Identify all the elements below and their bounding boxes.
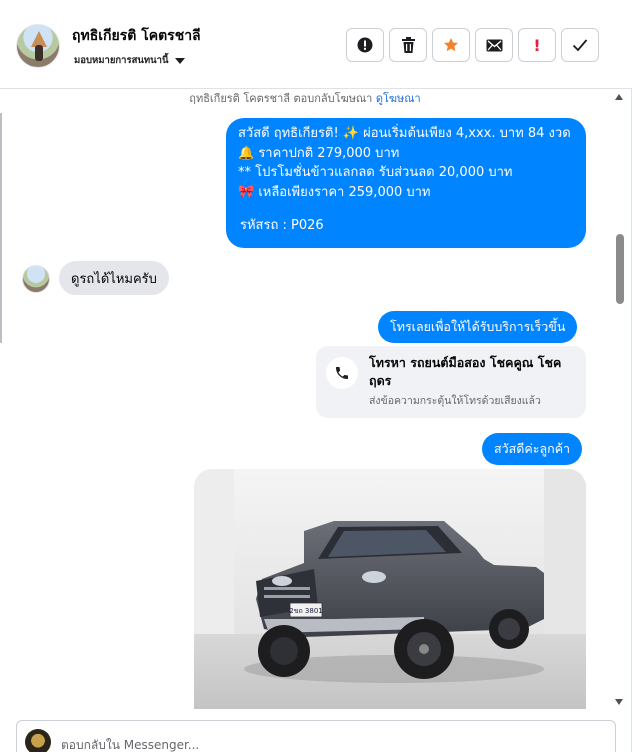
done-button[interactable] — [561, 28, 599, 62]
incoming-message[interactable]: ดูรถได้ไหมครับ — [59, 261, 169, 295]
greeting-line-2: 🔔 ราคาปกติ 279,000 บาท — [238, 145, 400, 161]
checkmark-icon — [572, 39, 588, 52]
view-ad-link[interactable]: ดูโฆษณา — [376, 92, 421, 105]
reply-composer[interactable]: ตอบกลับใน Messenger... — [16, 720, 616, 752]
assign-conversation-dropdown[interactable]: มอบหมายการสนทนานี้ — [74, 53, 185, 68]
star-icon — [444, 38, 458, 52]
reply-note-text: ฤทธิเกียรติ โคตรชาลี ตอบกลับโฆษณา — [189, 92, 373, 105]
scrollbar-thumb[interactable] — [616, 234, 624, 304]
report-button[interactable] — [346, 28, 384, 62]
call-request-card[interactable]: โทรหา รถยนต์มือสอง โชคคูณ โชค ฤดร ส่งข้อ… — [316, 346, 586, 418]
call-prompt-text: โทรเลยเพื่อให้ได้รับบริการเร็วขึ้น — [390, 319, 566, 335]
greeting-line-3: ** โปรโมชั่นข้าวแลกลด รับส่วนลด 20,000 บ… — [238, 165, 513, 180]
scroll-down-arrow[interactable] — [615, 699, 623, 705]
mark-unread-button[interactable] — [475, 28, 513, 62]
star-button[interactable] — [432, 28, 470, 62]
ad-reply-note: ฤทธิเกียรติ โคตรชาลี ตอบกลับโฆษณา ดูโฆษณ… — [0, 89, 610, 107]
car-code: รหัสรถ : P026 — [240, 218, 324, 233]
exclamation-icon: ! — [533, 35, 541, 55]
outgoing-message-greeting[interactable]: สวัสดี ฤทธิเกียรติ! ✨ ผ่อนเริ่มต้นเพียง … — [226, 118, 586, 248]
left-edge-bar — [0, 113, 2, 343]
chevron-down-icon — [174, 57, 185, 64]
priority-button[interactable]: ! — [518, 28, 556, 62]
contact-avatar[interactable] — [16, 24, 60, 68]
envelope-icon — [486, 39, 502, 51]
vehicle-photo[interactable]: 2ขถ 3801 — [194, 469, 586, 709]
pickup-truck-image: 2ขถ 3801 — [194, 469, 586, 709]
alert-circle-icon — [357, 37, 373, 53]
incoming-message-text: ดูรถได้ไหมครับ — [71, 271, 157, 287]
scroll-up-arrow[interactable] — [615, 94, 623, 100]
welcome-text: สวัสดีค่ะลูกค้า — [494, 441, 571, 457]
message-thread[interactable]: ฤทธิเกียรติ โคตรชาลี ตอบกลับโฆษณา ดูโฆษณ… — [0, 89, 632, 709]
greeting-line-4: 🎀 เหลือเพียงราคา 259,000 บาท — [238, 184, 431, 200]
trash-icon — [401, 37, 415, 53]
conversation-header: ฤทธิเกียรติ โคตรชาลี มอบหมายการสนทนานี้ — [0, 0, 632, 89]
outgoing-message-call-prompt[interactable]: โทรเลยเพื่อให้ได้รับบริการเร็วขึ้น — [378, 311, 578, 343]
outgoing-message-welcome[interactable]: สวัสดีค่ะลูกค้า — [482, 433, 583, 465]
greeting-line-1: สวัสดี ฤทธิเกียรติ! ✨ ผ่อนเริ่มต้นเพียง … — [238, 126, 571, 141]
assign-label: มอบหมายการสนทนานี้ — [74, 55, 169, 66]
contact-name[interactable]: ฤทธิเกียรติ โคตรชาลี — [72, 25, 201, 47]
messenger-conversation: ฤทธิเกียรติ โคตรชาลี มอบหมายการสนทนานี้ — [0, 0, 632, 752]
page-avatar — [25, 729, 51, 752]
license-plate: 2ขถ 3801 — [289, 607, 323, 615]
call-card-title: โทรหา รถยนต์มือสอง โชคคูณ โชค ฤดร — [369, 355, 562, 388]
reply-input[interactable]: ตอบกลับใน Messenger... — [61, 736, 199, 752]
delete-button[interactable] — [389, 28, 427, 62]
call-card-subtitle: ส่งข้อความกระตุ้นให้โทรด้วยเสียงแล้ว — [369, 395, 541, 407]
customer-avatar[interactable] — [22, 265, 50, 293]
phone-icon — [326, 357, 358, 389]
